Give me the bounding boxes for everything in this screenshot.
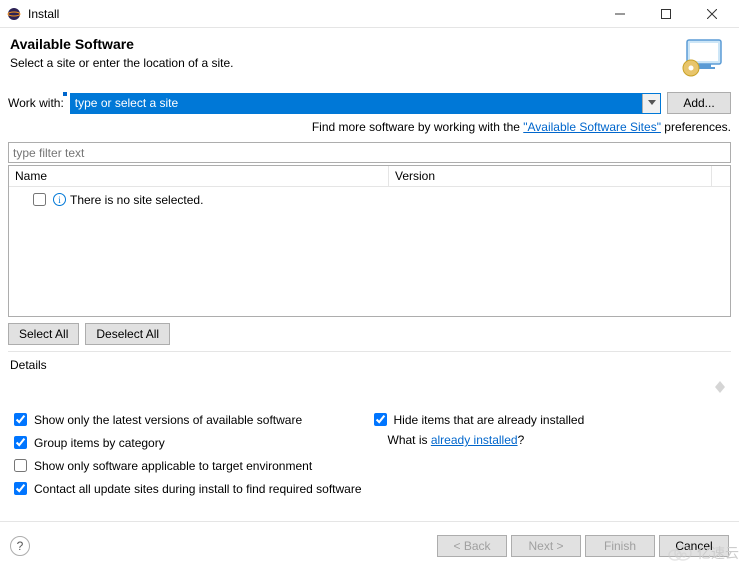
add-button[interactable]: Add...: [667, 92, 731, 114]
details-spinner[interactable]: [715, 376, 729, 398]
page-title: Available Software: [10, 36, 679, 52]
work-with-label: Work with:: [8, 96, 64, 110]
software-tree[interactable]: Name Version i There is no site selected…: [8, 165, 731, 317]
whatis-text: What is already installed?: [370, 431, 730, 449]
opt-group-checkbox[interactable]: [14, 436, 27, 449]
help-button[interactable]: ?: [10, 536, 30, 556]
combo-dropdown-button[interactable]: [642, 94, 660, 113]
title-bar: Install: [0, 0, 739, 28]
close-button[interactable]: [689, 0, 735, 28]
minimize-button[interactable]: [597, 0, 643, 28]
already-installed-link[interactable]: already installed: [431, 433, 518, 447]
page-subtitle: Select a site or enter the location of a…: [10, 56, 679, 70]
details-body: [8, 376, 731, 404]
next-button[interactable]: Next >: [511, 535, 581, 557]
column-version[interactable]: Version: [389, 166, 712, 186]
opt-applicable-checkbox[interactable]: [14, 459, 27, 472]
window-title: Install: [28, 7, 59, 21]
info-icon: i: [53, 193, 66, 206]
back-button[interactable]: < Back: [437, 535, 507, 557]
maximize-button[interactable]: [643, 0, 689, 28]
eclipse-icon: [6, 6, 22, 22]
wizard-footer: ? < Back Next > Finish Cancel: [0, 521, 739, 569]
filter-input[interactable]: [8, 142, 731, 163]
opt-contact-checkbox[interactable]: [14, 482, 27, 495]
opt-hide-label: Hide items that are already installed: [394, 413, 585, 427]
find-more-text: Find more software by working with the "…: [8, 118, 731, 142]
select-all-button[interactable]: Select All: [8, 323, 79, 345]
opt-latest-checkbox[interactable]: [14, 413, 27, 426]
row-checkbox[interactable]: [33, 193, 46, 206]
work-with-input[interactable]: [71, 94, 642, 113]
tree-empty-row: i There is no site selected.: [9, 189, 730, 210]
finish-button[interactable]: Finish: [585, 535, 655, 557]
install-wizard-icon: [679, 36, 727, 78]
wizard-header: Available Software Select a site or ente…: [0, 28, 739, 88]
empty-message: There is no site selected.: [70, 193, 203, 207]
svg-text:i: i: [58, 195, 61, 205]
opt-applicable-label: Show only software applicable to target …: [34, 459, 312, 473]
cancel-button[interactable]: Cancel: [659, 535, 729, 557]
work-with-combo[interactable]: [70, 93, 661, 114]
opt-latest-label: Show only the latest versions of availab…: [34, 413, 302, 427]
opt-group-label: Group items by category: [34, 436, 165, 450]
details-label: Details: [8, 356, 731, 376]
tree-header: Name Version: [9, 166, 730, 187]
opt-hide-checkbox[interactable]: [374, 413, 387, 426]
available-sites-link[interactable]: "Available Software Sites": [523, 120, 661, 134]
opt-contact-label: Contact all update sites during install …: [34, 482, 362, 496]
deselect-all-button[interactable]: Deselect All: [85, 323, 170, 345]
column-name[interactable]: Name: [9, 166, 389, 186]
